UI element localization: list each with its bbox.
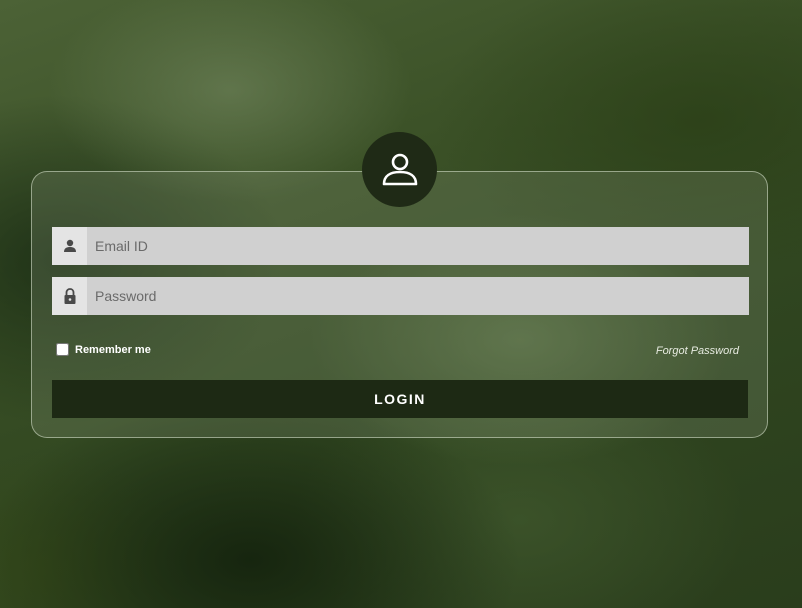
forgot-password-link[interactable]: Forgot Password: [656, 345, 739, 357]
avatar: [362, 132, 437, 207]
email-input[interactable]: [87, 227, 749, 265]
password-input[interactable]: [87, 277, 749, 315]
user-icon: [52, 227, 87, 265]
remember-me-label: Remember me: [75, 343, 151, 356]
lock-icon: [52, 277, 87, 315]
remember-me-checkbox[interactable]: [56, 343, 69, 356]
login-button[interactable]: LOGIN: [52, 380, 748, 418]
remember-me[interactable]: Remember me: [56, 343, 151, 356]
password-field: [52, 277, 749, 315]
email-field: [52, 227, 749, 265]
user-outline-icon: [382, 153, 417, 185]
